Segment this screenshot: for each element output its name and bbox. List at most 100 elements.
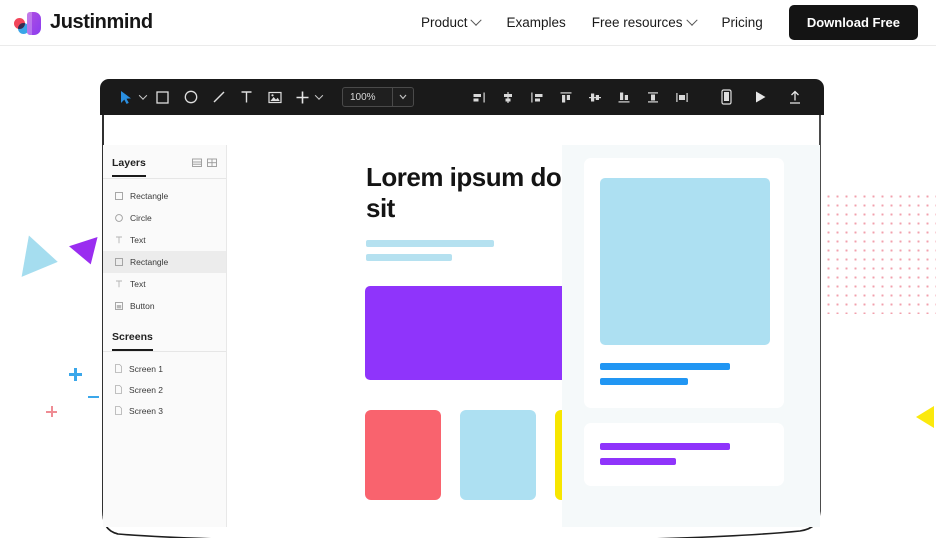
zoom-level-value: 100% (350, 91, 376, 103)
cursor-tool-icon[interactable] (114, 85, 139, 109)
justinmind-logo-icon (14, 10, 44, 36)
nav-item-pricing-label: Pricing (721, 15, 763, 30)
align-middle-vertical-icon[interactable] (582, 85, 607, 109)
screens-panel-header: Screens (103, 317, 226, 351)
ellipse-tool-icon[interactable] (178, 85, 203, 109)
canvas-card-image[interactable] (584, 158, 784, 408)
layer-item-label: Button (130, 301, 155, 311)
layers-list: Rectangle Circle Text Rectangle Text But… (103, 179, 226, 317)
cursor-tool-chevron-down-icon[interactable] (138, 91, 148, 100)
layer-item-text-2[interactable]: Text (103, 273, 226, 295)
decorative-yellow-triangle-icon (916, 406, 934, 428)
canvas-text-placeholder-bar-2[interactable] (366, 254, 452, 261)
nav-item-free-resources[interactable]: Free resources (592, 14, 698, 30)
nav-item-product[interactable]: Product (420, 14, 483, 30)
list-view-icon[interactable] (192, 155, 202, 173)
canvas-text-placeholder-bar-1[interactable] (366, 240, 494, 247)
layer-item-label: Text (130, 279, 146, 289)
chevron-down-icon (685, 14, 698, 26)
canvas-main-column: Lorem ipsum dolor sit (227, 145, 631, 527)
canvas-card-purple-bar-1[interactable] (600, 443, 730, 450)
layers-screens-panel: Layers Rectangle Circle Text Rectangle T… (103, 145, 227, 527)
mobile-device-icon[interactable] (714, 85, 739, 109)
rectangle-icon (115, 187, 123, 205)
canvas-card-image-placeholder[interactable] (600, 178, 770, 345)
nav-item-examples[interactable]: Examples (506, 15, 565, 30)
preview-play-icon[interactable] (748, 85, 773, 109)
add-tool-icon[interactable] (290, 85, 315, 109)
layers-panel-title: Layers (112, 157, 146, 177)
page-icon (115, 402, 122, 420)
layer-item-rectangle-2[interactable]: Rectangle (103, 251, 226, 273)
rectangle-tool-icon[interactable] (150, 85, 175, 109)
hero-section: 100% Layers Rectangle Circle Text Rectan… (0, 46, 936, 538)
distribute-vertical-icon[interactable] (640, 85, 665, 109)
zoom-level-select[interactable]: 100% (342, 87, 414, 107)
toolbar-right-group (714, 85, 810, 109)
nav-item-product-label: Product (420, 15, 468, 30)
add-tool-chevron-down-icon[interactable] (314, 91, 324, 100)
canvas-side-column (562, 145, 820, 527)
brand-name: Justinmind (50, 11, 153, 33)
layer-item-label: Text (130, 235, 146, 245)
chevron-down-icon (470, 14, 483, 26)
rectangle-icon (115, 253, 123, 271)
layer-item-text-1[interactable]: Text (103, 229, 226, 251)
layer-item-rectangle-1[interactable]: Rectangle (103, 185, 226, 207)
decorative-red-plus-icon (46, 406, 57, 417)
layer-item-label: Rectangle (130, 191, 169, 201)
zoom-chevron-down-icon[interactable] (393, 94, 413, 100)
align-top-icon[interactable] (553, 85, 578, 109)
decorative-blue-triangle-icon (21, 235, 62, 283)
layer-item-circle[interactable]: Circle (103, 207, 226, 229)
download-free-button[interactable]: Download Free (788, 5, 918, 40)
text-icon (115, 275, 123, 293)
distribute-horizontal-icon[interactable] (669, 85, 694, 109)
design-canvas[interactable]: Lorem ipsum dolor sit (227, 145, 820, 527)
screens-list: Screen 1 Screen 2 Screen 3 (103, 352, 226, 421)
nav-item-examples-label: Examples (506, 15, 566, 30)
screen-item-label: Screen 1 (129, 363, 164, 374)
image-tool-icon[interactable] (262, 85, 287, 109)
screen-item-1[interactable]: Screen 1 (103, 358, 226, 379)
decorative-dot-grid (824, 192, 936, 314)
grid-view-icon[interactable] (207, 155, 217, 173)
screen-item-label: Screen 2 (129, 384, 164, 395)
canvas-card-bar-2[interactable] (600, 378, 688, 385)
brand-logo[interactable]: Justinmind (14, 10, 153, 36)
canvas-card-bar-1[interactable] (600, 363, 730, 370)
share-upload-icon[interactable] (782, 85, 807, 109)
canvas-card-purple-bar-2[interactable] (600, 458, 676, 465)
screen-item-3[interactable]: Screen 3 (103, 400, 226, 421)
layer-item-label: Rectangle (130, 257, 169, 267)
page-icon (115, 360, 122, 378)
layer-item-label: Circle (130, 213, 152, 223)
primary-nav: Product Examples Free resources Pricing … (421, 5, 918, 40)
text-tool-icon[interactable] (234, 85, 259, 109)
layer-item-button[interactable]: Button (103, 295, 226, 317)
line-tool-icon[interactable] (206, 85, 231, 109)
top-navbar: Justinmind Product Examples Free resourc… (0, 0, 936, 46)
align-left-icon[interactable] (466, 85, 491, 109)
circle-icon (115, 209, 123, 227)
button-icon (115, 297, 123, 315)
screen-item-label: Screen 3 (129, 405, 164, 416)
logo-purple-bar-highlight-icon (27, 11, 32, 35)
page-icon (115, 381, 122, 399)
canvas-swatch-blue[interactable] (460, 410, 536, 500)
screens-panel-title: Screens (112, 331, 153, 351)
editor-content: Layers Rectangle Circle Text Rectangle T… (103, 109, 820, 527)
screen-item-2[interactable]: Screen 2 (103, 379, 226, 400)
canvas-card-text[interactable] (584, 423, 784, 486)
align-bottom-icon[interactable] (611, 85, 636, 109)
toolbar-tools-group (114, 85, 326, 109)
align-right-icon[interactable] (524, 85, 549, 109)
layers-panel-header: Layers (103, 145, 226, 178)
layers-view-toggles (192, 155, 217, 178)
text-icon (115, 231, 123, 249)
align-center-horizontal-icon[interactable] (495, 85, 520, 109)
editor-window: 100% Layers Rectangle Circle Text Rectan… (100, 79, 824, 538)
decorative-blue-dash-icon (88, 396, 99, 399)
nav-item-pricing[interactable]: Pricing (722, 15, 763, 30)
canvas-swatch-red[interactable] (365, 410, 441, 500)
